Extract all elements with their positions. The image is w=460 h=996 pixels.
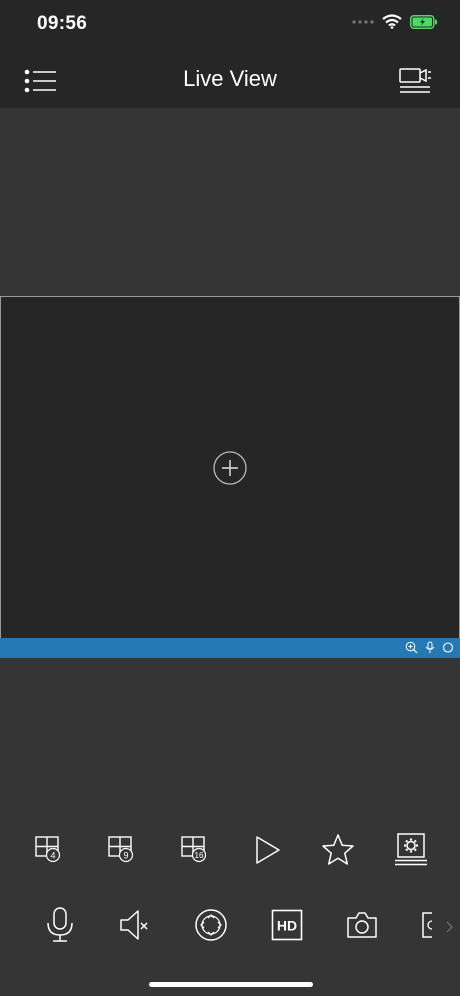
- remote-config-button[interactable]: [394, 832, 430, 868]
- camera-list-icon: [399, 68, 431, 93]
- settings-monitor-icon: [395, 833, 427, 866]
- top-bar: 09:56 Live View: [0, 0, 460, 108]
- mute-button[interactable]: [117, 908, 153, 944]
- more-tools-arrow[interactable]: [443, 917, 457, 937]
- record-button[interactable]: [420, 909, 432, 945]
- home-indicator: [149, 982, 313, 987]
- grid-4-icon: 4: [35, 836, 61, 863]
- status-icons: [352, 14, 438, 29]
- device-list-button[interactable]: [398, 66, 432, 96]
- ptz-button[interactable]: [193, 907, 229, 943]
- speaker-muted-icon: [120, 910, 148, 940]
- split-4-button[interactable]: 4: [34, 834, 70, 870]
- video-record-icon: [422, 912, 432, 938]
- grid-9-icon: 9: [108, 836, 134, 863]
- add-device-button[interactable]: [212, 450, 248, 486]
- zoom-icon[interactable]: [405, 641, 418, 654]
- grid-16-icon: 16: [181, 836, 207, 863]
- hd-icon: HD: [271, 909, 303, 941]
- hd-button[interactable]: HD: [271, 909, 307, 945]
- add-circle-icon: [213, 451, 247, 485]
- split-9-button[interactable]: 9: [107, 834, 143, 870]
- split-4-badge: 4: [50, 850, 55, 860]
- split-16-button[interactable]: 16: [180, 834, 216, 870]
- signal-icon: [352, 19, 374, 25]
- favorites-button[interactable]: [320, 832, 356, 868]
- hd-label: HD: [277, 918, 297, 934]
- chevron-right-icon: [446, 921, 453, 933]
- battery-icon: [410, 14, 438, 29]
- playback-button[interactable]: [252, 834, 288, 870]
- play-icon: [256, 836, 280, 864]
- status-time: 09:56: [37, 13, 88, 34]
- page-title: Live View: [183, 66, 277, 91]
- microphone-icon: [47, 907, 73, 942]
- wifi-icon: [382, 14, 402, 29]
- star-icon: [322, 834, 354, 865]
- pane-status-bar: [0, 638, 460, 658]
- talk-button[interactable]: [42, 906, 78, 942]
- snapshot-button[interactable]: [345, 909, 381, 945]
- split-16-badge: 16: [195, 851, 204, 860]
- record-status-icon[interactable]: [442, 641, 454, 654]
- microphone-small-icon[interactable]: [424, 641, 436, 654]
- camera-icon: [347, 912, 377, 938]
- ptz-direction-icon: [195, 909, 227, 941]
- split-9-badge: 9: [123, 850, 128, 860]
